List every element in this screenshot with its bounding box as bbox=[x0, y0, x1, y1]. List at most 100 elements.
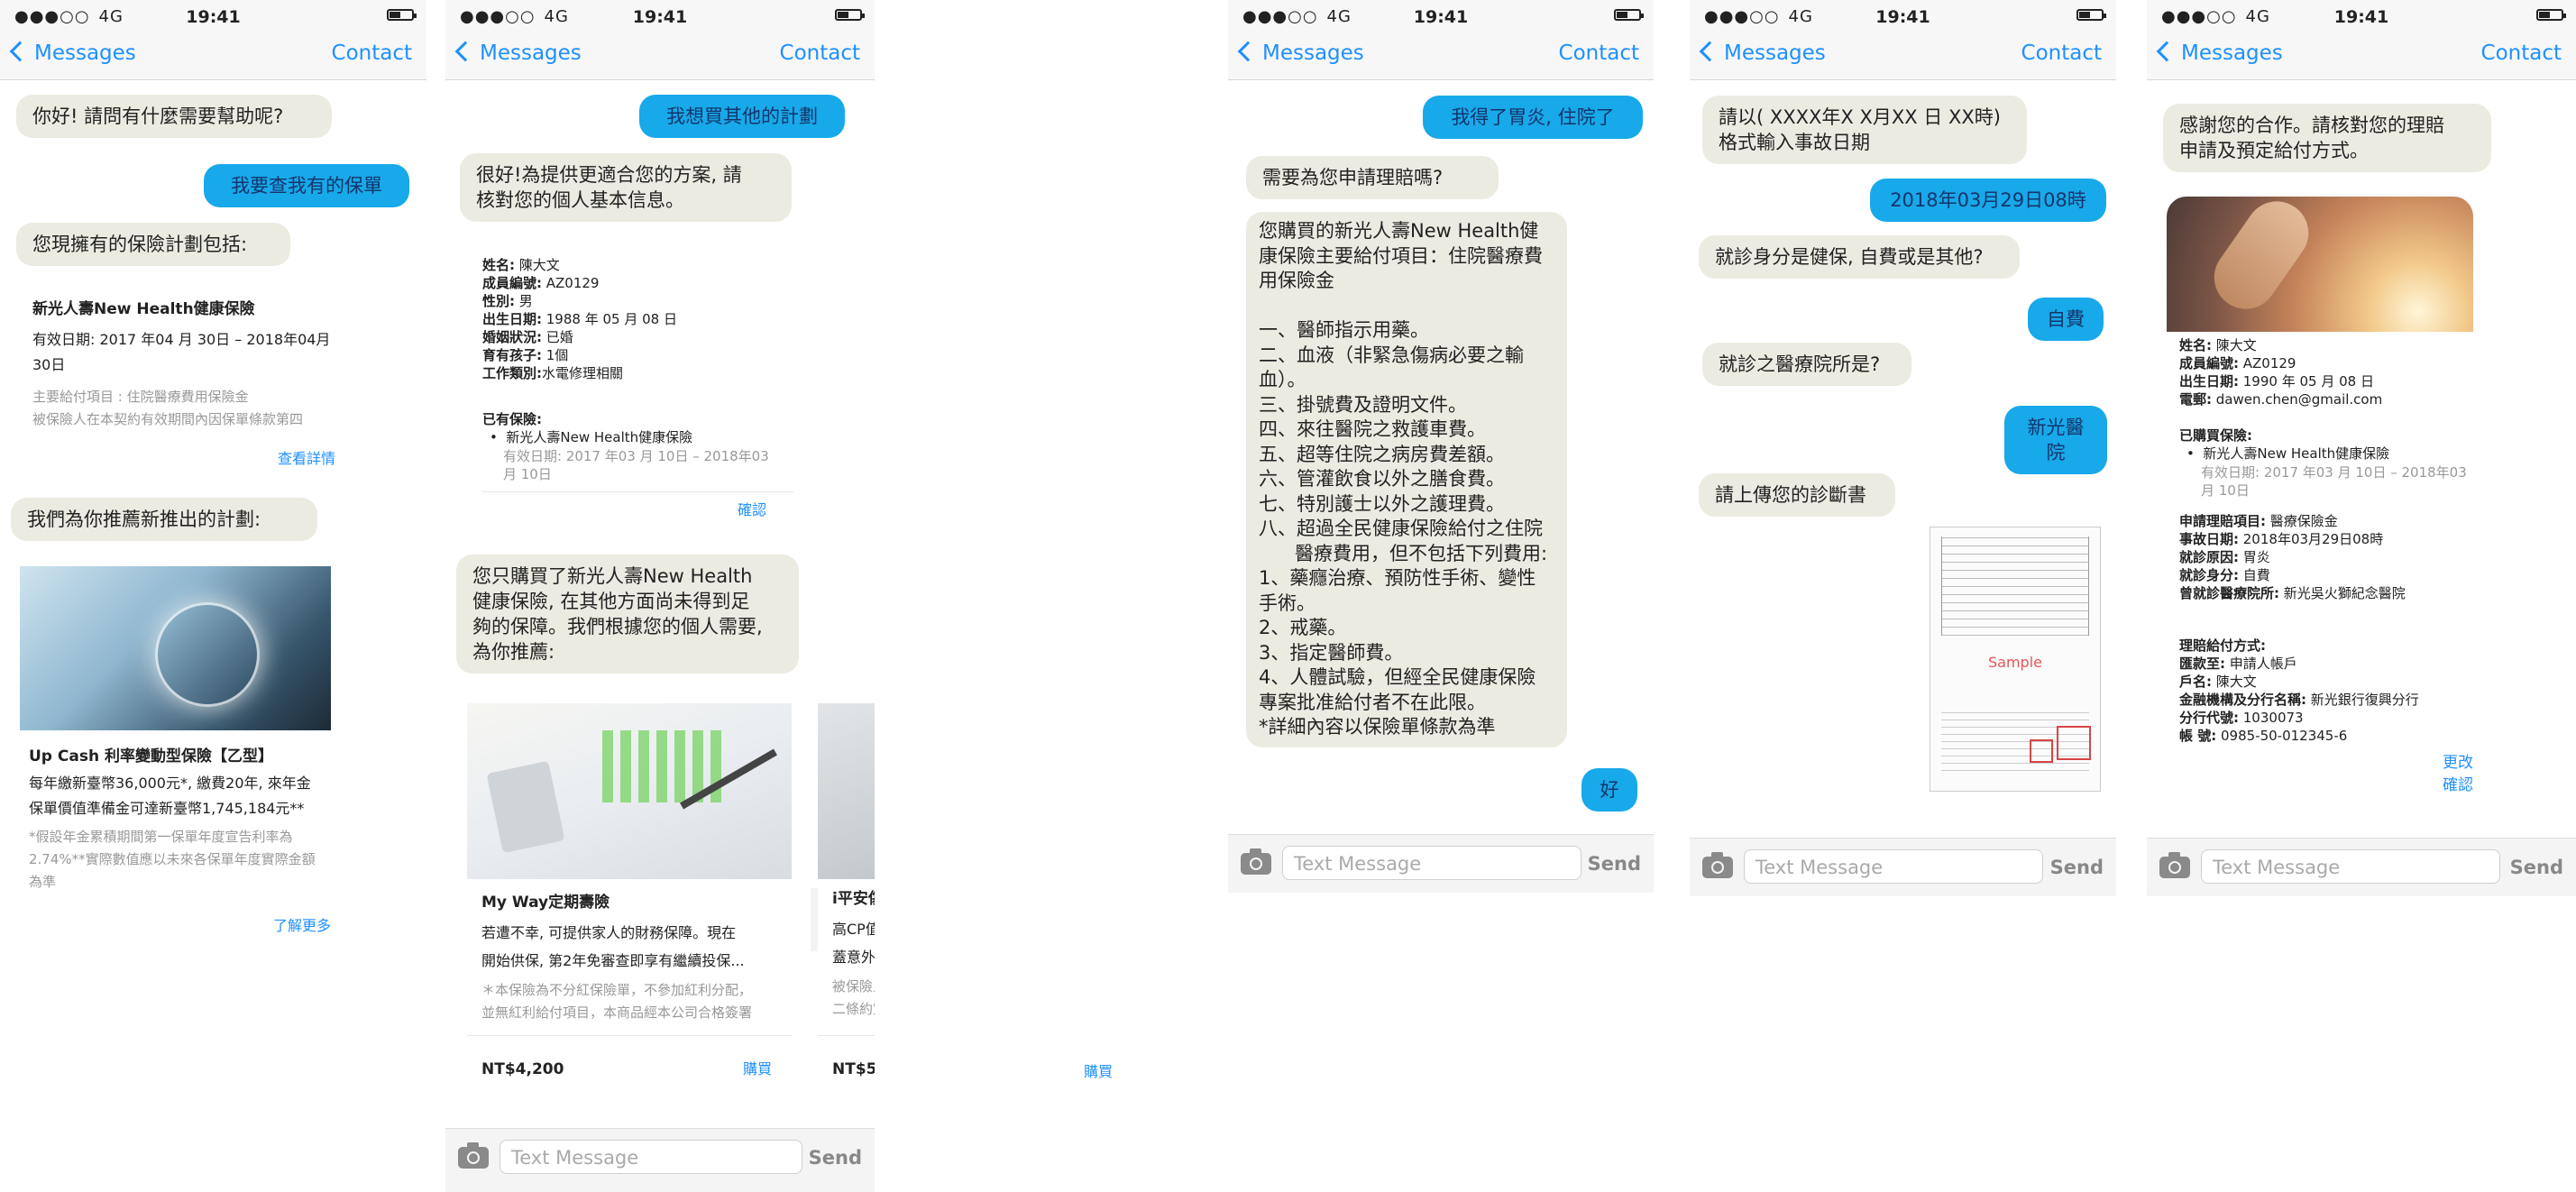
policy-note: 主要給付項目 : 住院醫療費用保險金 bbox=[32, 389, 249, 405]
contact-button[interactable]: Contact bbox=[332, 41, 412, 65]
sample-watermark: Sample bbox=[1988, 654, 2042, 671]
confirm-link[interactable]: 確認 bbox=[2443, 776, 2473, 795]
info-key: 成員編號: bbox=[482, 275, 542, 291]
message-line: 血）。 bbox=[1259, 369, 1306, 390]
back-button[interactable]: Messages bbox=[454, 41, 582, 65]
camera-icon[interactable] bbox=[1702, 852, 1733, 878]
camera-icon[interactable] bbox=[1241, 848, 1271, 875]
tech-glow-icon bbox=[155, 602, 260, 707]
info-value: 新光銀行復興分行 bbox=[2306, 692, 2419, 708]
message-line: 手術。 bbox=[1259, 591, 1316, 614]
divider bbox=[818, 1035, 875, 1036]
message-bubble: 請上傳您的診斷書 bbox=[1699, 473, 1895, 517]
info-line: 性別: 男 bbox=[482, 292, 677, 310]
personal-info-list: 姓名: 陳大文 成員編號: AZ0129 性別: 男出生日期: 1988 年 05 … bbox=[482, 256, 677, 382]
text-message-input[interactable]: Text Message bbox=[500, 1140, 802, 1174]
product-title: Up Cash 利率變動型保險【乙型】 bbox=[29, 747, 273, 766]
message-bubble: 就診身分是健保, 自費或是其他? bbox=[1699, 235, 2020, 279]
product-title: My Way定期壽險 bbox=[481, 894, 610, 912]
info-line: 就診原因: 胃炎 bbox=[2179, 548, 2406, 566]
message-line: *詳細內容以保險單條款為準 bbox=[1259, 716, 1496, 738]
personal-info-list: 姓名: 陳大文 成員編號: AZ0129 出生日期: 1990 年 05 月 08 … bbox=[2179, 336, 2382, 408]
back-button[interactable]: Messages bbox=[1699, 41, 1826, 65]
nav-bar: Messages Contact bbox=[1228, 32, 1654, 80]
owned-label: 已有保險: bbox=[482, 411, 542, 427]
message-line: 康保險主要給付項目：住院醫療費 bbox=[1259, 244, 1543, 267]
info-value: 自費 bbox=[2239, 567, 2270, 583]
info-line: 工作類別:水電修理相關 bbox=[482, 364, 677, 382]
status-bar: ●●●○○ 4G 19:41 bbox=[2147, 0, 2576, 32]
send-button[interactable]: Send bbox=[2510, 857, 2563, 878]
info-value: 0985-50-012345-6 bbox=[2216, 728, 2348, 744]
buy-button[interactable]: 購買 bbox=[1084, 1059, 1113, 1081]
contact-button[interactable]: Contact bbox=[780, 41, 860, 65]
owned-item: • 新光人壽New Health健康保險 bbox=[2186, 445, 2390, 462]
text-message-input[interactable]: Text Message bbox=[1744, 849, 2043, 884]
send-button[interactable]: Send bbox=[1588, 853, 1641, 875]
product-image bbox=[818, 703, 875, 879]
payment-label: 理賠給付方式: bbox=[2179, 637, 2266, 654]
message-bubble: 我想買其他的計劃 bbox=[639, 95, 845, 138]
message-line: 三、掛號費及證明文件。 bbox=[1259, 393, 1467, 416]
message-line: 2、戒藥。 bbox=[1259, 617, 1347, 638]
learn-more-link[interactable]: 了解更多 bbox=[273, 916, 331, 935]
divider bbox=[467, 1035, 792, 1036]
product-desc: 若遭不幸, 可提供家人的財務保障。現在 bbox=[481, 924, 737, 941]
view-details-link[interactable]: 查看詳情 bbox=[278, 449, 335, 468]
back-button[interactable]: Messages bbox=[1237, 41, 1364, 65]
info-line: 婚姻狀況: 已婚 bbox=[482, 328, 677, 346]
product-note: 並無紅利給付項目，本商品經本公司合格簽署 bbox=[481, 1004, 753, 1021]
bullet-icon: • bbox=[2186, 445, 2195, 462]
phone-screen-1: ●●●○○ 4G 19:41 Messages Contact 你好! 請問有什麼… bbox=[0, 0, 426, 1192]
message-line: 八、超過全民健康保險給付之住院 bbox=[1259, 518, 1543, 539]
info-value: AZ0129 bbox=[542, 275, 600, 291]
policy-period: 有效日期: 2017 年04 月 30日 – 2018年04月 bbox=[32, 331, 331, 348]
send-button[interactable]: Send bbox=[2050, 857, 2104, 878]
product-price: NT$4,200 bbox=[481, 1060, 564, 1078]
message-line: 五、超等住院之病房費差額。 bbox=[1259, 443, 1505, 465]
info-value: 新光吳火獅紀念醫院 bbox=[2279, 585, 2406, 601]
product-card: i平安傷害保險 高CP值的保險方案, 保障最高600萬, 涵 蓋意外事故造成的傷… bbox=[818, 703, 875, 1091]
phone-screen-5: ●●●○○ 4G 19:41 Messages Contact 感謝您的合作。請核… bbox=[2147, 0, 2576, 896]
info-line: 姓名: 陳大文 bbox=[482, 256, 677, 274]
info-key: 曾就診醫療院所: bbox=[2179, 585, 2279, 601]
diagnosis-document-image[interactable]: Sample bbox=[1930, 527, 2101, 792]
chevron-left-icon bbox=[454, 41, 476, 62]
buy-button[interactable]: 購買 bbox=[743, 1059, 772, 1078]
product-title: i平安傷害保險 bbox=[832, 890, 875, 908]
info-line: 曾就診醫療院所: 新光吳火獅紀念醫院 bbox=[2179, 584, 2406, 602]
text-message-input[interactable]: Text Message bbox=[1282, 846, 1581, 880]
send-button[interactable]: Send bbox=[809, 1147, 862, 1169]
message-bubble: 您只購買了新光人壽New Health 健康保險, 在其他方面尚未得到足 夠的保… bbox=[456, 555, 799, 674]
info-value: 男 bbox=[515, 293, 533, 309]
camera-icon[interactable] bbox=[458, 1142, 489, 1169]
contact-button[interactable]: Contact bbox=[2481, 41, 2562, 65]
message-line: 4、人體試驗，但經全民健康保險 bbox=[1259, 666, 1536, 688]
stamp-icon bbox=[2057, 726, 2091, 760]
info-key: 申請理賠項目: bbox=[2179, 513, 2266, 529]
info-key: 性別: bbox=[482, 293, 515, 309]
product-price: NT$5,640 bbox=[832, 1060, 875, 1078]
phone-screen-2: ●●●○○ 4G 19:41 Messages Contact 我想買其他的計劃 … bbox=[445, 0, 875, 1192]
info-line: 電郵: dawen.chen@gmail.com bbox=[2179, 390, 2382, 408]
confirm-link[interactable]: 確認 bbox=[738, 500, 766, 519]
info-key: 姓名: bbox=[482, 257, 515, 273]
text-message-input[interactable]: Text Message bbox=[2201, 849, 2500, 884]
modify-link[interactable]: 更改 bbox=[2443, 754, 2473, 773]
message-input-bar: Text Message Send bbox=[1690, 838, 2116, 896]
message-bubble: 您購買的新光人壽New Health健 康保險主要給付項目：住院醫療費 用保險金 一、… bbox=[1246, 212, 1567, 747]
product-note: ＊本保險為不分紅保險單，不參加紅利分配， bbox=[481, 982, 753, 998]
message-bubble: 很好!為提供更適合您的方案, 請 核對您的個人基本信息。 bbox=[460, 153, 792, 222]
stamp-icon bbox=[2030, 739, 2053, 763]
payment-info-list: 匯款至: 申請人帳戶 戶名: 陳大文 金融機構及分行名稱: 新光銀行復興分行 分行代號… bbox=[2179, 655, 2419, 745]
contact-button[interactable]: Contact bbox=[1559, 41, 1639, 65]
back-button[interactable]: Messages bbox=[2156, 41, 2283, 65]
back-button[interactable]: Messages bbox=[9, 41, 136, 65]
message-bubble: 2018年03月29日08時 bbox=[1870, 179, 2106, 222]
message-input-bar: Text Message Send bbox=[1228, 834, 1654, 893]
camera-icon[interactable] bbox=[2159, 852, 2190, 878]
message-line: 七、特別護士以外之護理費。 bbox=[1259, 492, 1505, 515]
product-image bbox=[467, 703, 792, 879]
contact-button[interactable]: Contact bbox=[2021, 41, 2102, 65]
claim-summary-card: 姓名: 陳大文 成員編號: AZ0129 出生日期: 1990 年 05 月 08 … bbox=[2167, 197, 2473, 810]
